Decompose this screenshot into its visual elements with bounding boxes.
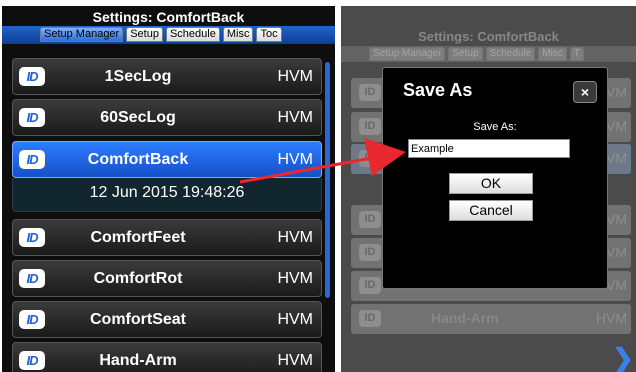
list-item-name: ComfortBack [87,151,189,168]
list-item-type: HVM [277,352,313,369]
save-as-input[interactable] [408,139,570,158]
tab-setup[interactable]: Setup [126,27,163,42]
selected-item-timestamp: 12 Jun 2015 19:48:26 [12,178,322,212]
id-logo-icon: ID [19,108,45,127]
list-item-comfortrot[interactable]: ID ComfortRot HVM [12,260,322,297]
tab-schedule[interactable]: Schedule [165,27,220,42]
list-item-comfortfeet[interactable]: ID ComfortFeet HVM [12,219,322,256]
tab-bar: Setup Manager Setup Schedule Misc Toc [2,26,335,44]
list-item-name: ComfortRot [93,270,183,287]
panel-title: Settings: ComfortBack [92,9,245,25]
ok-button[interactable]: OK [449,173,533,194]
list-item-type: HVM [277,68,313,85]
list-item-type: HVM [277,109,313,126]
dialog-title: Save As [403,80,473,100]
list-item-hand-arm[interactable]: ID Hand-Arm HVM [12,342,322,372]
settings-panel-left: Settings: ComfortBack Setup Manager Setu… [2,6,335,372]
list-item-comfortback[interactable]: ID ComfortBack HVM [12,141,322,178]
list-item-comfortseat[interactable]: ID ComfortSeat HVM [12,301,322,338]
tab-misc[interactable]: Misc [222,27,254,42]
save-as-label: Save As: [473,121,517,133]
id-logo-icon: ID [19,310,45,329]
id-logo-icon: ID [19,67,45,86]
list-item-name: 1SecLog [104,68,172,85]
list-scrollbar[interactable] [325,62,330,298]
list-item-1seclog[interactable]: ID 1SecLog HVM [12,58,322,95]
tab-toc[interactable]: Toc [256,27,282,42]
list-item-name: ComfortSeat [89,311,186,328]
id-logo-icon: ID [19,228,45,247]
list-item-type: HVM [277,270,313,287]
id-logo-icon: ID [19,150,45,169]
list-item-type: HVM [277,229,313,246]
chevron-right-icon[interactable]: ❯ [612,343,634,372]
cancel-button[interactable]: Cancel [449,200,533,221]
id-logo-icon: ID [19,351,45,370]
list-item-type: HVM [277,151,313,168]
list-item-60seclog[interactable]: ID 60SecLog HVM [12,99,322,136]
list-item-type: HVM [277,311,313,328]
close-icon[interactable]: × [573,81,597,103]
list-item-name: Hand-Arm [99,352,177,369]
save-as-dialog: Save As × Save As: OK Cancel [382,67,608,289]
tab-setup-manager[interactable]: Setup Manager [40,27,124,42]
list-item-name: ComfortFeet [90,229,186,246]
list-item-name: 60SecLog [100,109,176,126]
id-logo-icon: ID [19,269,45,288]
